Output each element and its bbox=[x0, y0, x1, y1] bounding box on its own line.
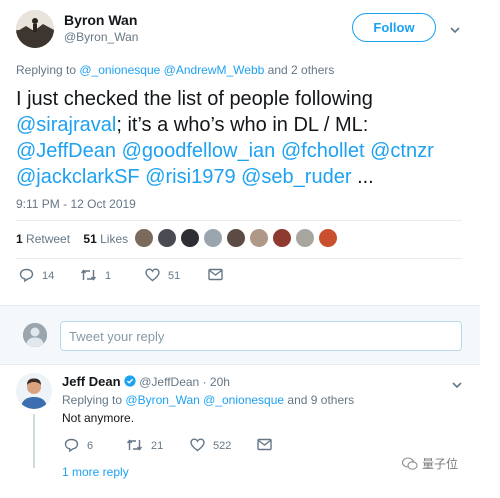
liker-avatar[interactable] bbox=[272, 228, 292, 248]
replying-prefix: Replying to bbox=[62, 393, 123, 407]
tweet-actions: 14 1 51 bbox=[16, 266, 266, 286]
divider bbox=[16, 220, 462, 221]
retweet-count: 21 bbox=[151, 440, 164, 452]
liker-avatar[interactable] bbox=[180, 228, 200, 248]
chevron-down-icon[interactable] bbox=[452, 377, 462, 395]
wechat-icon bbox=[401, 456, 418, 471]
follow-button[interactable]: Follow bbox=[352, 13, 436, 42]
liker-avatar[interactable] bbox=[203, 228, 223, 248]
author-avatar[interactable] bbox=[16, 10, 54, 48]
tweet-text: I just checked the list of people follow… bbox=[16, 86, 486, 190]
liker-avatar[interactable] bbox=[157, 228, 177, 248]
like-button[interactable]: 522 bbox=[190, 436, 231, 456]
reply-text: Not anymore. bbox=[62, 411, 135, 425]
reply-input[interactable] bbox=[60, 321, 462, 351]
liker-avatar[interactable] bbox=[226, 228, 246, 248]
reply-count: 6 bbox=[87, 440, 94, 452]
tweet-text-part: ; it’s a who’s who in DL / ML: bbox=[116, 114, 369, 136]
reply-button[interactable]: 14 bbox=[19, 266, 54, 286]
reply-author-name[interactable]: Jeff Dean bbox=[62, 374, 121, 389]
heart-icon bbox=[190, 437, 213, 455]
like-button[interactable]: 51 bbox=[145, 266, 180, 286]
like-count: 522 bbox=[213, 440, 232, 452]
retweets-count[interactable]: 1 bbox=[16, 232, 23, 246]
replying-suffix[interactable]: and 2 others bbox=[268, 63, 335, 77]
watermark: 量子位 bbox=[401, 455, 459, 472]
tweet-timestamp[interactable]: 9:11 PM - 12 Oct 2019 bbox=[16, 197, 136, 211]
watermark-text: 量子位 bbox=[422, 457, 459, 471]
reply-icon bbox=[64, 438, 87, 455]
divider bbox=[16, 258, 462, 259]
envelope-icon bbox=[208, 268, 231, 284]
envelope-icon bbox=[257, 438, 280, 454]
reply-author-handle[interactable]: @JeffDean bbox=[139, 375, 199, 389]
likes-label[interactable]: Likes bbox=[100, 232, 128, 246]
reply-author-avatar[interactable] bbox=[16, 373, 52, 409]
separator: · bbox=[202, 375, 207, 389]
mention-link[interactable]: @risi1979 bbox=[145, 166, 235, 188]
mention-link[interactable]: @JeffDean bbox=[16, 140, 116, 162]
user-avatar[interactable] bbox=[23, 323, 47, 347]
thread-line bbox=[33, 414, 35, 468]
reply-actions: 6 21 522 bbox=[62, 436, 282, 456]
likes-count[interactable]: 51 bbox=[83, 232, 96, 246]
liker-avatar[interactable] bbox=[249, 228, 269, 248]
dm-button[interactable] bbox=[208, 266, 231, 286]
liker-avatar[interactable] bbox=[134, 228, 154, 248]
retweet-icon bbox=[80, 268, 105, 285]
reply-tweet: Jeff Dean @JeffDean · 20h Replying to @B… bbox=[0, 366, 500, 498]
tweet-stats: 1 Retweet 51 Likes bbox=[16, 232, 128, 246]
mention-link[interactable]: @goodfellow_ian bbox=[122, 140, 276, 162]
tweet-text-part: I just checked the list of people follow… bbox=[16, 88, 373, 110]
author-name[interactable]: Byron Wan bbox=[64, 12, 137, 28]
reply-button[interactable]: 6 bbox=[64, 436, 93, 456]
liker-avatar[interactable] bbox=[318, 228, 338, 248]
retweet-button[interactable]: 1 bbox=[80, 266, 111, 286]
ellipsis: ... bbox=[357, 166, 374, 188]
reply-age[interactable]: 20h bbox=[210, 375, 230, 389]
replying-prefix: Replying to bbox=[16, 63, 77, 77]
chevron-down-icon[interactable] bbox=[450, 22, 460, 34]
liker-avatar[interactable] bbox=[295, 228, 315, 248]
reply-composer bbox=[0, 305, 480, 365]
verified-badge-icon bbox=[124, 375, 139, 389]
mention-link[interactable]: @jackclarkSF bbox=[16, 166, 140, 188]
retweet-count: 1 bbox=[105, 270, 112, 282]
like-count: 51 bbox=[168, 270, 181, 282]
mention-link[interactable]: @sirajraval bbox=[16, 114, 116, 136]
replying-users[interactable]: @_onionesque @AndrewM_Webb bbox=[79, 63, 264, 77]
replying-users[interactable]: @Byron_Wan @_onionesque bbox=[125, 393, 284, 407]
retweets-label[interactable]: Retweet bbox=[26, 232, 70, 246]
main-tweet: Byron Wan @Byron_Wan Follow Replying to … bbox=[0, 0, 500, 300]
dm-button[interactable] bbox=[257, 436, 280, 456]
retweet-button[interactable]: 21 bbox=[126, 436, 163, 456]
replying-to: Replying to @_onionesque @AndrewM_Webb a… bbox=[16, 63, 334, 77]
reply-header: Jeff Dean @JeffDean · 20h bbox=[62, 374, 230, 389]
mention-link[interactable]: @fchollet bbox=[281, 140, 365, 162]
replying-suffix[interactable]: and 9 others bbox=[287, 393, 354, 407]
reply-icon bbox=[19, 268, 42, 285]
author-handle[interactable]: @Byron_Wan bbox=[64, 30, 138, 44]
mention-link[interactable]: @seb_ruder bbox=[241, 166, 351, 188]
heart-icon bbox=[145, 267, 168, 285]
more-replies-link[interactable]: 1 more reply bbox=[62, 465, 129, 479]
reply-replying-to: Replying to @Byron_Wan @_onionesque and … bbox=[62, 393, 354, 407]
retweet-icon bbox=[126, 438, 151, 455]
mention-link[interactable]: @ctnzr bbox=[370, 140, 434, 162]
reply-count: 14 bbox=[42, 270, 55, 282]
